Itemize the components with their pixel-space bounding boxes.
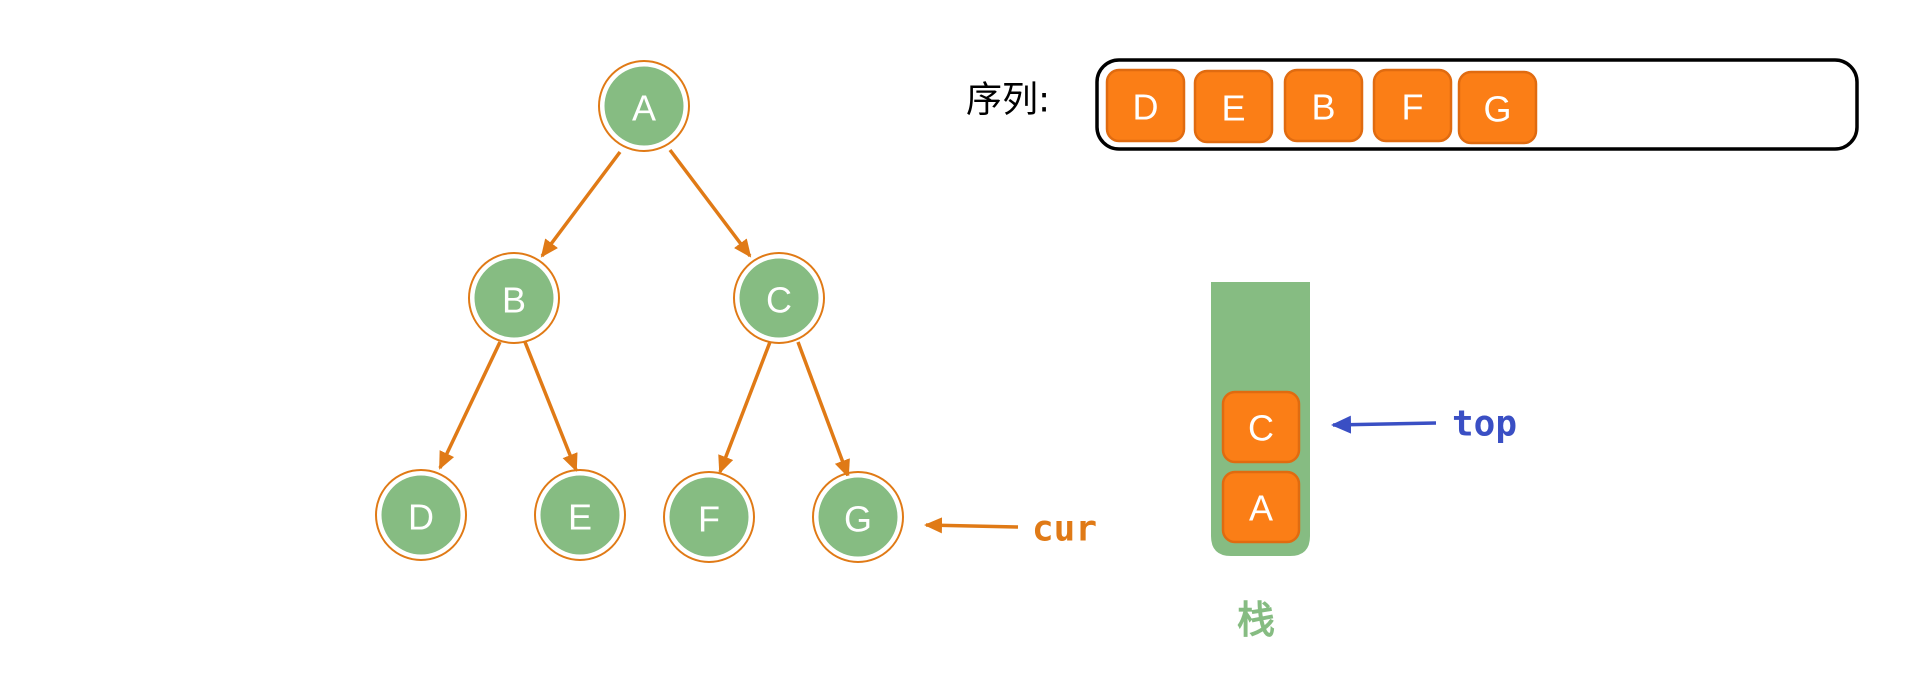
sequence-item-label: F [1402, 87, 1424, 128]
edge-a-b [540, 150, 622, 258]
sequence-item: F [1372, 68, 1453, 143]
edge-c-f [718, 341, 772, 474]
sequence-item-label: B [1311, 87, 1335, 128]
edge-a-c [668, 148, 752, 258]
stack-item: A [1221, 470, 1301, 544]
tree-node-label: E [568, 497, 592, 538]
tree-node-a: A [598, 60, 690, 152]
stack-item: C [1221, 390, 1301, 464]
stack-item-label: C [1248, 408, 1274, 449]
edge-b-d [438, 341, 502, 470]
cur-label: cur [1032, 509, 1097, 550]
sequence-item: E [1193, 69, 1274, 144]
stack-panel: A C 栈 [1211, 282, 1310, 642]
cur-arrow [924, 517, 1019, 534]
sequence-panel: 序列: D E B F G [966, 58, 1859, 151]
top-arrow [1331, 415, 1437, 434]
tree-node-label: F [698, 499, 720, 540]
edge-c-g [796, 341, 850, 478]
top-label: top [1452, 404, 1517, 445]
stack-item-label: A [1249, 488, 1273, 529]
tree-node-f: F [663, 471, 755, 563]
tree-node-e: E [534, 469, 626, 561]
sequence-item-label: G [1483, 89, 1511, 130]
tree-node-label: D [408, 497, 434, 538]
tree-node-label: C [766, 280, 792, 321]
sequence-item-label: E [1221, 88, 1245, 129]
tree-node-c: C [733, 252, 825, 344]
tree-nodes: A B C D E F G [375, 60, 904, 563]
tree-node-d: D [375, 469, 467, 561]
sequence-item: G [1457, 70, 1538, 145]
sequence-item: B [1283, 68, 1364, 143]
edge-b-e [523, 341, 578, 472]
tree-node-g: G [812, 471, 904, 563]
cur-pointer: cur [924, 509, 1097, 550]
sequence-item-label: D [1133, 87, 1159, 128]
sequence-item: D [1105, 68, 1186, 143]
tree-node-label: G [844, 499, 872, 540]
sequence-label: 序列: [966, 80, 1050, 121]
tree-node-label: B [502, 280, 526, 321]
tree-node-label: A [632, 88, 656, 129]
diagram-canvas: A B C D E F G cur 序列: D E B F G A C 栈 to… [375, 58, 1859, 642]
tree-node-b: B [468, 252, 560, 344]
stack-label: 栈 [1237, 598, 1275, 642]
top-pointer: top [1331, 404, 1517, 445]
